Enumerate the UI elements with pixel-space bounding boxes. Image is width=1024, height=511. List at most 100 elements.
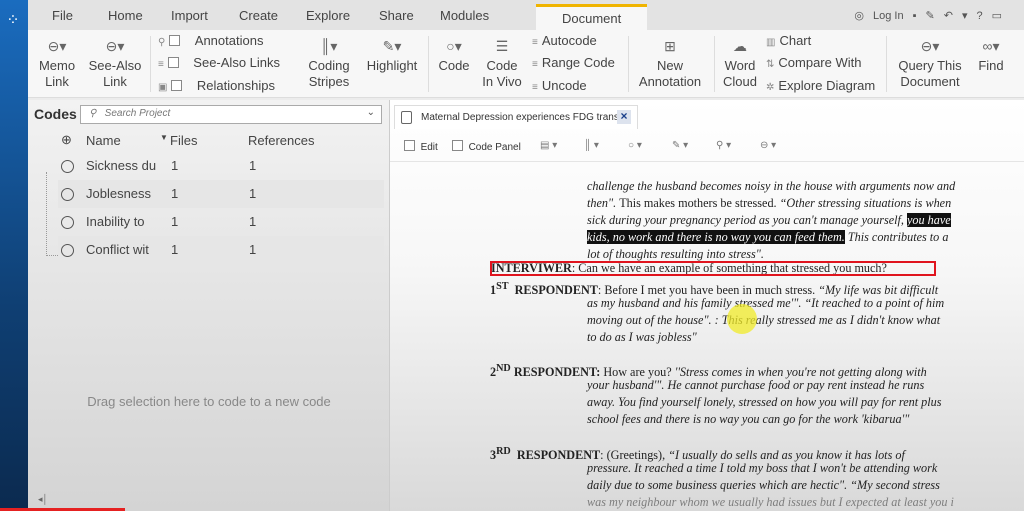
find-button[interactable]: ∞▾ Find: [972, 36, 1010, 74]
tab-modules[interactable]: Modules: [440, 8, 489, 23]
column-name[interactable]: Name: [86, 133, 121, 148]
edit-icon[interactable]: ✎: [926, 9, 935, 22]
doc-line[interactable]: kids, no work and there is no way you ca…: [587, 229, 1001, 246]
edit-toggle[interactable]: Edit: [404, 140, 438, 153]
ribbon: ⊖▾ Memo Link ⊖▾ See-Also Link ⚲ Annotation…: [28, 30, 1024, 98]
divider: [886, 36, 887, 92]
user-icon[interactable]: ◎: [854, 9, 864, 22]
login-link[interactable]: Log In: [873, 10, 904, 22]
code-node-icon: [61, 188, 74, 201]
tab-explore[interactable]: Explore: [306, 8, 350, 23]
annotation-highlight-box: [490, 261, 936, 276]
relationships-toggle[interactable]: ▣ Relationships: [158, 78, 275, 93]
code-in-vivo-button[interactable]: ☰ Code In Vivo: [480, 36, 524, 90]
code-row[interactable]: Inability to 1 1: [58, 208, 384, 236]
doc-line[interactable]: sick during your pregnancy period as you…: [587, 212, 1001, 229]
query-this-document-button[interactable]: ⊖▾ Query This Document: [890, 36, 970, 90]
memo-link-button[interactable]: ⊖▾ Memo Link: [36, 36, 78, 90]
chart-icon: ▥: [766, 37, 776, 48]
undo-icon[interactable]: ↶: [944, 9, 953, 22]
compare-with-button[interactable]: ⇅ Compare With: [766, 55, 861, 70]
highlight-button[interactable]: ✎▾ Highlight: [362, 36, 422, 74]
tab-create[interactable]: Create: [239, 8, 278, 23]
drag-drop-hint[interactable]: Drag selection here to code to a new cod…: [28, 394, 390, 409]
add-code-icon[interactable]: ⊕: [61, 132, 72, 148]
coding-stripes-dropdown-icon[interactable]: ║ ▾: [584, 140, 599, 151]
tab-share[interactable]: Share: [379, 8, 414, 23]
tree-lines: [46, 172, 58, 256]
new-annotation-button[interactable]: ⊞ New Annotation: [634, 36, 706, 90]
doc-line[interactable]: challenge the husband becomes noisy in t…: [587, 178, 1001, 195]
codes-panel: Codes ⚲ Search Project ⌄ ⊕ Name ▼ Files R…: [28, 100, 390, 511]
doc-line[interactable]: then". This makes mothers be stressed. “…: [587, 195, 1001, 212]
comment-icon[interactable]: ▭: [992, 9, 1002, 22]
divider: [150, 36, 151, 92]
code-row[interactable]: Joblesness 1 1: [58, 180, 384, 208]
tab-home[interactable]: Home: [108, 8, 143, 23]
coding-stripes-button[interactable]: ║▾ Coding Stripes: [304, 36, 354, 90]
code-panel-toggle[interactable]: Code Panel: [452, 140, 521, 153]
code-button[interactable]: ○▾ Code: [434, 36, 474, 74]
highlighter-icon: ✎▾: [382, 38, 402, 54]
chevron-down-icon[interactable]: ⌄: [367, 107, 375, 118]
highlight-dropdown-icon[interactable]: ✎ ▾: [672, 140, 688, 151]
annotations-dropdown-icon[interactable]: ▤ ▾: [540, 140, 557, 151]
selected-text[interactable]: kids, no work and there is no way you ca…: [587, 230, 845, 244]
tab-file[interactable]: File: [52, 8, 73, 23]
see-also-links-toggle[interactable]: ≡ See-Also Links: [158, 55, 280, 70]
mouse-cursor-highlight: [727, 304, 757, 334]
autocode-button[interactable]: ≡ Autocode: [532, 33, 597, 48]
range-code-button[interactable]: ≡ Range Code: [532, 55, 615, 70]
customize-icon[interactable]: ▾: [962, 9, 968, 22]
selected-text[interactable]: you have: [907, 213, 951, 227]
doc-line[interactable]: moving out of the house". : This really …: [587, 312, 1001, 329]
explore-diagram-button[interactable]: ✲ Explore Diagram: [766, 78, 875, 93]
tab-import[interactable]: Import: [171, 8, 208, 23]
doc-line[interactable]: your husband'". He cannot purchase food …: [587, 377, 1001, 394]
edit-checkbox[interactable]: [404, 140, 415, 151]
doc-line[interactable]: to do as I was jobless": [587, 329, 1001, 346]
annotations-checkbox[interactable]: [169, 35, 181, 46]
chart-button[interactable]: ▥ Chart: [766, 33, 811, 48]
save-icon[interactable]: ▪: [913, 10, 917, 22]
menu-bar: File Home Import Create Explore Share Mo…: [28, 0, 1024, 30]
column-files[interactable]: Files: [170, 133, 197, 148]
search-project-input[interactable]: ⚲ Search Project ⌄: [80, 105, 382, 124]
close-tab-icon[interactable]: ×: [617, 110, 631, 124]
code-row[interactable]: Conflict wit 1 1: [58, 236, 384, 264]
word-cloud-button[interactable]: ☁ Word Cloud: [718, 36, 762, 90]
see-also-links-checkbox[interactable]: [167, 57, 179, 68]
annotations-toggle[interactable]: ⚲ Annotations: [158, 33, 263, 48]
relationship-icon: ▣: [158, 82, 168, 93]
uncode-button[interactable]: ≡ Uncode: [532, 78, 587, 93]
horizontal-scrollbar[interactable]: ◂│: [38, 494, 48, 505]
link-dropdown-icon[interactable]: ⊖ ▾: [760, 140, 776, 151]
see-also-link-button[interactable]: ⊖▾ See-Also Link: [84, 36, 146, 90]
list-icon: ≡: [158, 59, 164, 70]
column-references[interactable]: References: [248, 133, 314, 148]
app-menu-icon[interactable]: ⁘: [4, 12, 22, 30]
divider: [628, 36, 629, 92]
document-tab[interactable]: Maternal Depression experiences FDG tran…: [394, 105, 638, 129]
help-icon[interactable]: ?: [976, 10, 982, 22]
compare-icon: ⇅: [766, 59, 775, 70]
code-circle-icon: ○▾: [446, 38, 462, 54]
doc-line[interactable]: as my husband and his family stressed me…: [587, 295, 1001, 312]
codes-title: Codes: [34, 106, 77, 122]
divider: [714, 36, 715, 92]
doc-line[interactable]: pressure. It reached a time I told my bo…: [587, 460, 1001, 477]
code-panel-checkbox[interactable]: [452, 140, 463, 151]
doc-line[interactable]: school fees and there is no way you can …: [587, 411, 1001, 428]
zoom-dropdown-icon[interactable]: ⚲ ▾: [716, 140, 731, 151]
link-icon: ⊖▾: [105, 38, 125, 54]
doc-line[interactable]: daily due to some business queries which…: [587, 477, 1001, 494]
doc-line[interactable]: away. You find yourself lonely, stressed…: [587, 394, 1001, 411]
tab-document[interactable]: Document: [536, 4, 648, 30]
code-row[interactable]: Sickness du 1 1: [58, 152, 384, 180]
code-dropdown-icon[interactable]: ○ ▾: [628, 140, 642, 151]
binoculars-icon: ∞▾: [982, 38, 1000, 54]
relationships-checkbox[interactable]: [171, 80, 183, 91]
doc-line[interactable]: was my neighbour whom we usually had iss…: [587, 494, 1001, 511]
divider: [428, 36, 429, 92]
sort-icon: ▼: [160, 133, 168, 142]
